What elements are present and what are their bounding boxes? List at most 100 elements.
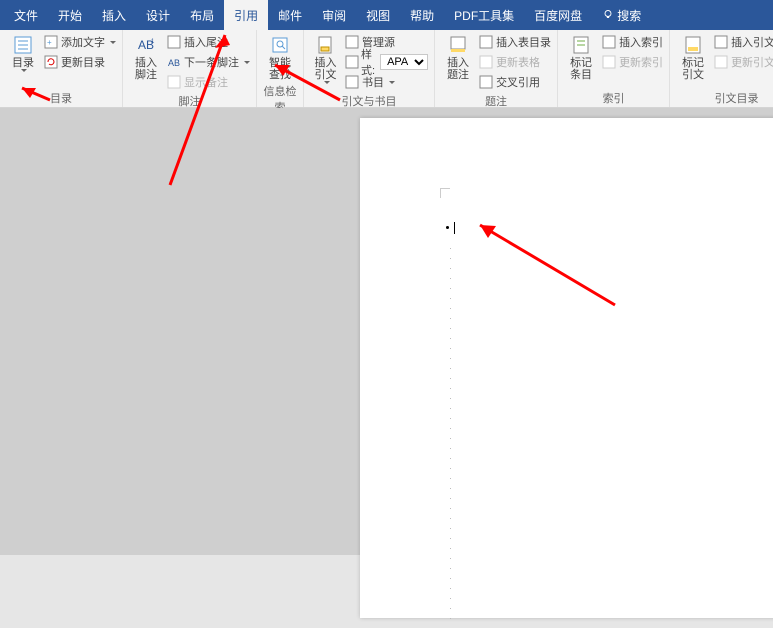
insert-citation-icon [316, 35, 336, 55]
lightbulb-icon [602, 9, 614, 21]
menu-file[interactable]: 文件 [4, 0, 48, 31]
menu-help[interactable]: 帮助 [400, 0, 444, 31]
citation-style-select[interactable]: APA [380, 54, 428, 70]
dropdown-icon [324, 81, 330, 84]
dropdown-icon [21, 69, 27, 72]
insert-endnote-label: 插入尾注 [184, 34, 228, 50]
menu-search[interactable]: 搜索 [592, 0, 651, 31]
update-toc-button[interactable]: 更新目录 [44, 53, 116, 71]
manage-sources-icon [345, 35, 359, 49]
mark-citation-label: 标记引文 [679, 57, 707, 81]
group-authorities-label: 引文目录 [676, 90, 773, 106]
bibliography-button[interactable]: 书目 [345, 73, 428, 91]
cross-reference-label: 交叉引用 [496, 74, 540, 90]
document-page[interactable] [360, 118, 773, 618]
citation-style-row: 样式: APA [345, 53, 428, 71]
svg-text:AB: AB [168, 58, 180, 68]
show-notes-icon [167, 75, 181, 89]
toc-icon [13, 35, 33, 55]
update-index-icon [602, 55, 616, 69]
next-footnote-icon: AB [167, 55, 181, 69]
update-table-label: 更新表格 [496, 54, 540, 70]
group-index: 标记 条目 插入索引 更新索引 索引 [558, 30, 670, 107]
page-margin-marker [440, 188, 450, 198]
insert-caption-button[interactable]: 插入题注 [441, 33, 475, 91]
mark-entry-button[interactable]: 标记 条目 [564, 33, 598, 88]
insert-table-figures-label: 插入表目录 [496, 34, 551, 50]
mark-citation-button[interactable]: 标记引文 [676, 33, 710, 88]
add-text-icon: + [44, 35, 58, 49]
svg-text:+: + [47, 38, 52, 47]
insert-authorities-icon [714, 35, 728, 49]
dropdown-icon [389, 81, 395, 84]
mark-citation-icon [683, 35, 703, 55]
insert-caption-label: 插入题注 [444, 57, 472, 81]
show-notes-label: 显示备注 [184, 74, 228, 90]
mark-entry-icon [571, 35, 591, 55]
update-authorities-button: 更新引文目录 [714, 53, 773, 71]
menu-mailings[interactable]: 邮件 [268, 0, 312, 31]
document-workspace [0, 108, 773, 555]
bibliography-label: 书目 [362, 74, 384, 90]
insert-index-button[interactable]: 插入索引 [602, 33, 663, 51]
search-label: 搜索 [617, 7, 641, 24]
update-index-label: 更新索引 [619, 54, 663, 70]
update-table-button: 更新表格 [479, 53, 551, 71]
insert-footnote-button[interactable]: AB1 插入脚注 [129, 33, 163, 91]
menu-pdf-tools[interactable]: PDF工具集 [444, 0, 524, 31]
group-captions-label: 题注 [441, 93, 551, 109]
group-footnotes: AB1 插入脚注 插入尾注 AB 下一条脚注 显示备注 脚注 [123, 30, 257, 107]
group-index-label: 索引 [564, 90, 663, 106]
insert-authorities-button[interactable]: 插入引文目录 [714, 33, 773, 51]
menu-insert[interactable]: 插入 [92, 0, 136, 31]
menu-layout[interactable]: 布局 [180, 0, 224, 31]
dropdown-icon [110, 41, 116, 44]
insert-authorities-label: 插入引文目录 [731, 34, 773, 50]
group-captions: 插入题注 插入表目录 更新表格 交叉引用 题注 [435, 30, 558, 107]
style-icon [345, 55, 359, 69]
text-bullet [446, 226, 449, 229]
cross-reference-button[interactable]: 交叉引用 [479, 73, 551, 91]
add-text-label: 添加文字 [61, 34, 105, 50]
footnote-icon: AB1 [136, 35, 156, 55]
insert-index-icon [602, 35, 616, 49]
endnote-icon [167, 35, 181, 49]
toc-button[interactable]: 目录 [6, 33, 40, 88]
update-toc-icon [44, 55, 58, 69]
insert-citation-button[interactable]: 插入引文 [310, 33, 341, 91]
update-authorities-label: 更新引文目录 [731, 54, 773, 70]
update-authorities-icon [714, 55, 728, 69]
smart-lookup-icon [270, 35, 290, 55]
menu-review[interactable]: 审阅 [312, 0, 356, 31]
update-toc-label: 更新目录 [61, 54, 105, 70]
group-authorities: 标记引文 插入引文目录 更新引文目录 引文目录 [670, 30, 773, 107]
insert-table-figures-button[interactable]: 插入表目录 [479, 33, 551, 51]
manage-sources-button[interactable]: 管理源 [345, 33, 428, 51]
menu-references[interactable]: 引用 [224, 0, 268, 31]
next-footnote-button[interactable]: AB 下一条脚注 [167, 53, 250, 71]
mark-entry-label: 标记 条目 [567, 57, 595, 81]
menu-baidu-netdisk[interactable]: 百度网盘 [524, 0, 592, 31]
text-cursor [454, 222, 455, 234]
caption-icon [448, 35, 468, 55]
next-footnote-label: 下一条脚注 [184, 54, 239, 70]
smart-lookup-button[interactable]: 智能 查找 [263, 33, 297, 81]
insert-endnote-button[interactable]: 插入尾注 [167, 33, 250, 51]
menu-home[interactable]: 开始 [48, 0, 92, 31]
insert-citation-label: 插入引文 [312, 57, 340, 81]
toc-label: 目录 [12, 57, 34, 69]
group-footnotes-label: 脚注 [129, 93, 250, 109]
show-notes-button: 显示备注 [167, 73, 250, 91]
ribbon: 目录 + 添加文字 更新目录 目录 AB1 插入脚注 [0, 30, 773, 108]
menubar: 文件 开始 插入 设计 布局 引用 邮件 审阅 视图 帮助 PDF工具集 百度网… [0, 0, 773, 30]
add-text-button[interactable]: + 添加文字 [44, 33, 116, 51]
bibliography-icon [345, 75, 359, 89]
group-toc: 目录 + 添加文字 更新目录 目录 [0, 30, 123, 107]
menu-design[interactable]: 设计 [136, 0, 180, 31]
insert-index-label: 插入索引 [619, 34, 663, 50]
insert-footnote-label: 插入脚注 [132, 57, 160, 81]
page-guide-dots [450, 248, 451, 628]
menu-view[interactable]: 视图 [356, 0, 400, 31]
smart-lookup-label: 智能 查找 [266, 57, 294, 81]
cross-reference-icon [479, 75, 493, 89]
